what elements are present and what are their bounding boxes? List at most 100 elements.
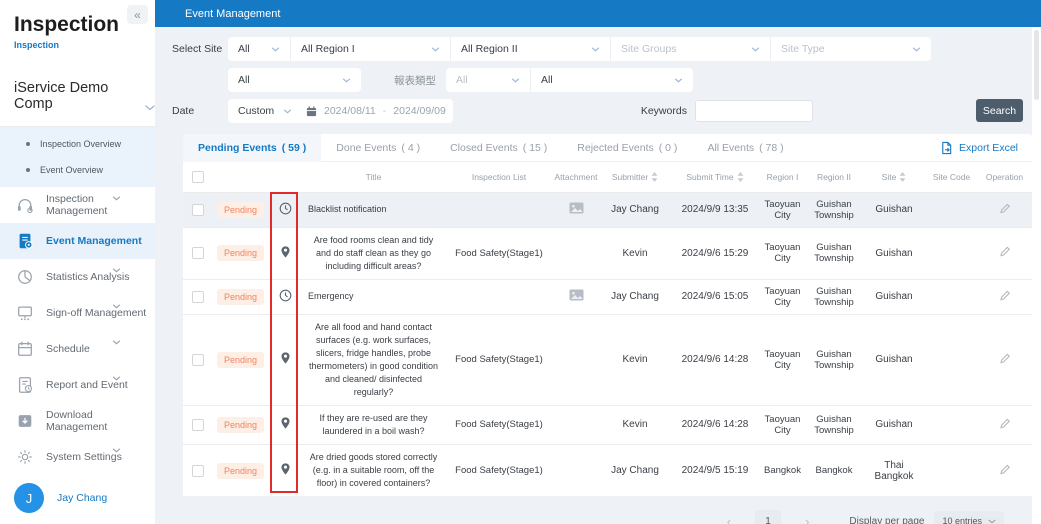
select-all-checkbox[interactable]: [192, 170, 204, 183]
chevron-down-icon: [751, 46, 760, 52]
date-label: Date: [172, 105, 195, 117]
site-type-dropdown[interactable]: Site Type: [770, 37, 931, 61]
sort-icon[interactable]: [737, 171, 744, 182]
scrollbar-thumb[interactable]: [1034, 30, 1039, 100]
filter-row-site: Select Site All All Region I All Region …: [172, 37, 1032, 61]
download-icon: [16, 412, 34, 430]
sidebar-item-sign-off-management[interactable]: Sign-off Management: [0, 295, 155, 331]
tab-label: Rejected Events: [577, 141, 654, 154]
column-header-submit_time[interactable]: Submit Time: [671, 162, 759, 192]
prev-page-button[interactable]: ‹: [717, 514, 741, 524]
sidebar-item-label: Schedule: [46, 343, 90, 355]
cell-checkbox: [183, 191, 213, 227]
table-row[interactable]: Pending If they are re-used are they laun…: [183, 404, 1032, 445]
company-selector[interactable]: iService Demo Comp: [0, 50, 155, 112]
row-checkbox[interactable]: [192, 247, 204, 260]
cell-submitter: Jay Chang: [599, 278, 671, 315]
site-all-dropdown[interactable]: All: [228, 37, 290, 61]
cell-submit-time: 2024/9/6 15:05: [671, 278, 759, 315]
cell-region2: Guishan Township: [806, 226, 862, 280]
tab-done-events[interactable]: Done Events ( 4 ): [321, 134, 435, 162]
row-checkbox[interactable]: [192, 418, 204, 431]
table-row[interactable]: Pending Are food rooms clean and tidy and…: [183, 226, 1032, 280]
cell-event-type: [268, 191, 302, 227]
tab-pending-events[interactable]: Pending Events ( 59 ): [183, 133, 322, 162]
sidebar-item-inspection-overview[interactable]: Inspection Overview: [0, 131, 155, 157]
column-header-submitter[interactable]: Submitter: [599, 162, 671, 192]
export-excel-button[interactable]: Export Excel: [940, 141, 1018, 155]
date-from-input[interactable]: 2024/08/11: [317, 105, 383, 117]
main-area: Event Management Select Site All All Reg…: [155, 0, 1041, 524]
tab-closed-events[interactable]: Closed Events ( 15 ): [435, 134, 562, 162]
cell-title: If they are re-used are they laundered i…: [302, 404, 445, 445]
scrollbar-track[interactable]: [1032, 27, 1041, 524]
sort-icon[interactable]: [899, 171, 906, 182]
tab-rejected-events[interactable]: Rejected Events ( 0 ): [562, 134, 692, 162]
row-checkbox[interactable]: [192, 203, 204, 216]
main-body: Select Site All All Region I All Region …: [155, 27, 1032, 524]
chevron-down-icon: [145, 105, 155, 111]
sidebar-item-event-overview[interactable]: Event Overview: [0, 157, 155, 183]
company-selector-label: iService Demo Comp: [14, 80, 109, 112]
cell-submit-time: 2024/9/6 14:28: [671, 404, 759, 445]
sidebar-item-label: Event Management: [46, 235, 142, 247]
export-excel-icon: [940, 141, 953, 155]
column-header-site[interactable]: Site: [862, 162, 926, 192]
cell-submitter: Jay Chang: [599, 444, 671, 497]
region1-dropdown[interactable]: All Region I: [290, 37, 450, 61]
sidebar-item-label: Inspection Management: [46, 193, 108, 217]
table-row[interactable]: Pending Emergency Jay Chang 2024/9/6 15:05 T…: [183, 278, 1032, 315]
date-to-input[interactable]: 2024/09/09: [386, 105, 453, 117]
report-type-label: 報表類型: [394, 74, 436, 87]
next-page-button[interactable]: ›: [795, 514, 819, 524]
sidebar-collapse-button[interactable]: «: [127, 5, 148, 24]
table-row[interactable]: Pending Blacklist notification Jay Chang 20…: [183, 191, 1032, 227]
site-groups-dropdown[interactable]: Site Groups: [610, 37, 770, 61]
row-checkbox[interactable]: [192, 290, 204, 303]
row-checkbox[interactable]: [192, 464, 204, 477]
report-type-dropdown[interactable]: All: [446, 68, 530, 92]
status-badge: Pending: [216, 245, 265, 262]
tab-all-events[interactable]: All Events ( 78 ): [692, 134, 798, 162]
report-clock-icon: [16, 376, 34, 394]
edit-pencil-icon[interactable]: [998, 245, 1011, 258]
user-profile[interactable]: J Jay Chang: [14, 483, 107, 513]
report-subtype-dropdown[interactable]: All: [530, 68, 693, 92]
edit-pencil-icon[interactable]: [998, 463, 1011, 476]
bullet-icon: [26, 168, 30, 172]
sidebar-item-system-settings[interactable]: System Settings: [0, 439, 155, 475]
sidebar-item-schedule[interactable]: Schedule: [0, 331, 155, 367]
page-size-dropdown[interactable]: 10 entries: [934, 511, 1004, 524]
page-number-button[interactable]: 1: [755, 510, 782, 524]
column-header-site_code: Site Code: [926, 162, 977, 192]
edit-pencil-icon[interactable]: [998, 352, 1011, 365]
edit-pencil-icon[interactable]: [998, 289, 1011, 302]
cell-region1: Taoyuan City: [759, 313, 806, 406]
region2-dropdown[interactable]: All Region II: [450, 37, 610, 61]
type-filter-group1: All: [228, 68, 361, 92]
cell-attachment: [553, 226, 599, 280]
edit-pencil-icon[interactable]: [998, 417, 1011, 430]
table-row[interactable]: Pending Are dried goods stored correctly …: [183, 444, 1032, 497]
keywords-input[interactable]: [694, 100, 813, 122]
cell-submitter: Kevin: [599, 404, 671, 445]
sidebar-item-download-management[interactable]: Download Management: [0, 403, 155, 439]
cell-site-code: [926, 226, 977, 280]
cell-event-type: [268, 313, 302, 406]
row-checkbox[interactable]: [192, 353, 204, 366]
sidebar-item-event-management[interactable]: Event Management: [0, 223, 155, 259]
chevron-down-icon: [591, 46, 600, 52]
pin-icon: [280, 416, 291, 430]
sidebar-item-inspection-management[interactable]: Inspection Management: [0, 187, 155, 223]
tab-count: ( 59 ): [281, 141, 307, 154]
date-mode-dropdown[interactable]: Custom: [228, 99, 302, 123]
search-button[interactable]: Search: [976, 99, 1023, 122]
sidebar-item-statistics-analysis[interactable]: Statistics Analysis: [0, 259, 155, 295]
table-row[interactable]: Pending Are all food and hand contact sur…: [183, 313, 1032, 406]
event-title: Are food rooms clean and tidy and do sta…: [313, 234, 434, 271]
pin-icon: [280, 351, 291, 365]
type-all-dropdown[interactable]: All: [228, 68, 361, 92]
sidebar-item-report-and-event[interactable]: Report and Event: [0, 367, 155, 403]
sort-icon[interactable]: [651, 171, 658, 182]
edit-pencil-icon[interactable]: [998, 202, 1011, 215]
